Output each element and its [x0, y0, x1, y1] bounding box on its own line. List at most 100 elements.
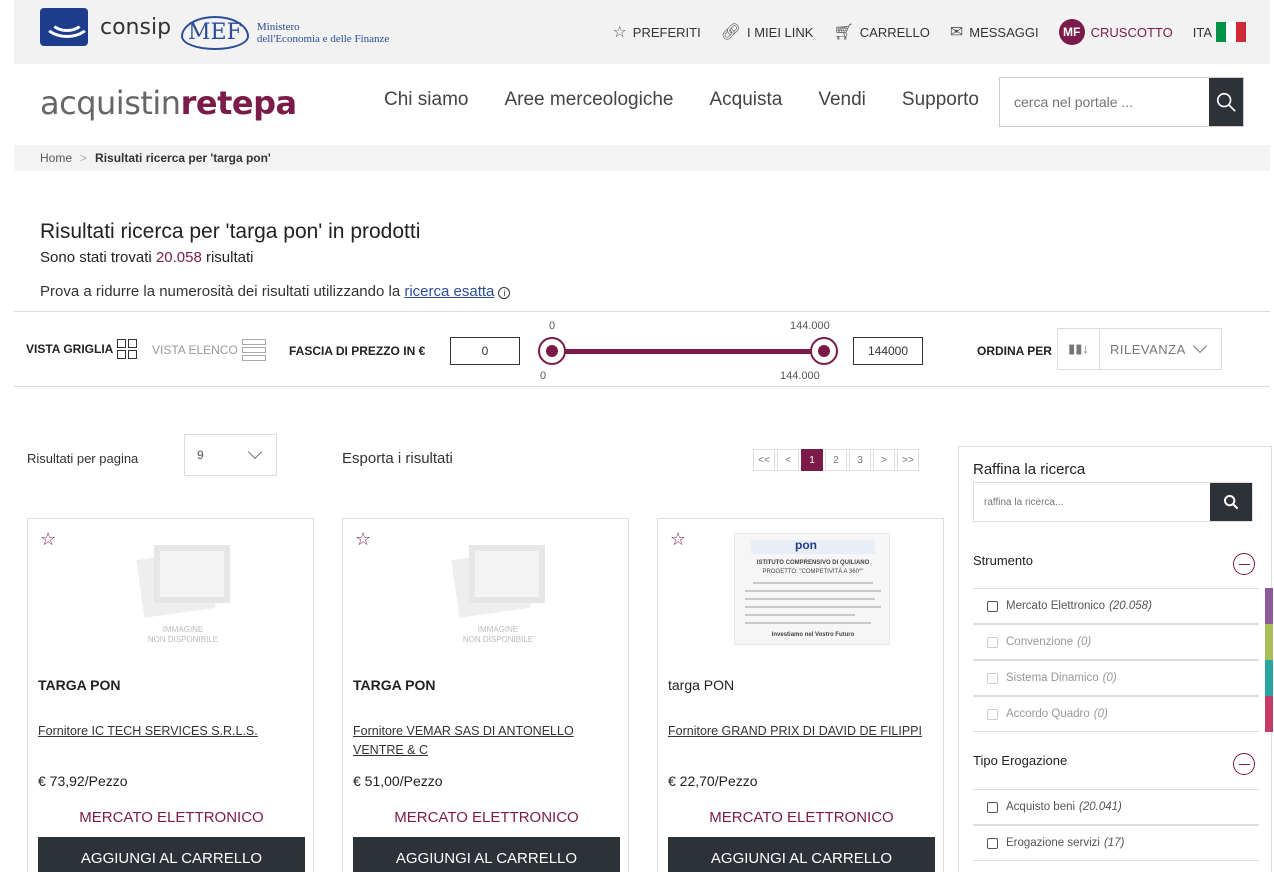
- refine-search-box: [973, 482, 1253, 522]
- refine-search-input[interactable]: [974, 483, 1210, 521]
- product-image-placeholder: IMMAGINE NON DISPONIBILE: [108, 529, 258, 649]
- product-image-placeholder: IMMAGINE NON DISPONIBILE: [423, 529, 573, 649]
- slider-max-handle[interactable]: [810, 337, 838, 365]
- refine-search-button[interactable]: [1210, 483, 1252, 521]
- filter-erogazione-servizi[interactable]: Erogazione servizi (17): [973, 825, 1259, 861]
- favorite-star-icon[interactable]: ☆: [670, 529, 686, 550]
- star-icon: ☆: [612, 24, 627, 41]
- count-prefix: Sono stati trovati: [40, 249, 156, 266]
- pager-next[interactable]: >: [873, 449, 895, 471]
- add-to-cart-button[interactable]: AGGIUNGI AL CARRELLO: [38, 837, 305, 872]
- checkbox[interactable]: [987, 837, 998, 849]
- pager-prev[interactable]: <: [777, 449, 799, 471]
- checkbox[interactable]: [987, 708, 998, 720]
- info-icon[interactable]: i: [498, 287, 511, 299]
- chevron-down-icon: [247, 444, 263, 460]
- preferiti-link[interactable]: ☆ PREFERITI: [612, 22, 700, 42]
- pager-page-1[interactable]: 1: [801, 449, 823, 471]
- price-max-input[interactable]: 144000: [853, 337, 923, 365]
- filter-accordo-quadro[interactable]: Accordo Quadro (0): [973, 696, 1273, 732]
- pager-page-2[interactable]: 2: [825, 449, 847, 471]
- list-view-toggle[interactable]: VISTA ELENCO: [152, 339, 266, 361]
- checkbox[interactable]: [987, 672, 998, 684]
- results-per-page-select[interactable]: 9: [184, 434, 277, 476]
- filter-label: Sistema Dinamico: [1006, 672, 1099, 684]
- filter-group-tipo-erogazione[interactable]: Tipo Erogazione: [973, 753, 1067, 768]
- product-name[interactable]: TARGA PON: [38, 677, 120, 693]
- pager-page-3[interactable]: 3: [849, 449, 871, 471]
- price-range-slider[interactable]: [538, 336, 838, 366]
- no-image-caption-1: IMMAGINE: [162, 625, 204, 634]
- portal-search-button[interactable]: [1209, 78, 1243, 126]
- consip-logo[interactable]: consip: [40, 8, 171, 46]
- product-channel: MERCATO ELETTRONICO: [394, 809, 579, 826]
- language-label: ITA: [1192, 24, 1212, 40]
- product-image[interactable]: pon ISTITUTO COMPRENSIVO DI QUILIANO PRO…: [734, 529, 890, 649]
- sort-select[interactable]: ▮▮↓ RILEVANZA: [1057, 328, 1222, 370]
- filter-count: (20.041): [1079, 801, 1122, 813]
- filter-count: (0): [1102, 672, 1117, 684]
- breadcrumb-separator: >: [80, 151, 88, 165]
- miei-link-link[interactable]: 🔗︎ I MIEI LINK: [721, 22, 814, 42]
- price-min-input[interactable]: 0: [450, 337, 520, 365]
- brand-part-3: pa: [253, 84, 297, 122]
- filter-sistema-dinamico[interactable]: Sistema Dinamico (0): [973, 660, 1273, 696]
- nav-aree-merceologiche[interactable]: Aree merceologiche: [504, 89, 673, 111]
- pon-logo: pon: [795, 538, 817, 552]
- slider-min-handle[interactable]: [538, 337, 566, 365]
- sort-order-icon[interactable]: ▮▮↓: [1058, 329, 1100, 369]
- portal-search-input[interactable]: [1000, 78, 1209, 126]
- ricerca-esatta-link[interactable]: ricerca esatta: [404, 283, 494, 300]
- count-number: 20.058: [155, 249, 202, 266]
- collapse-minus-icon[interactable]: [1233, 553, 1255, 575]
- filter-convenzione[interactable]: Convenzione (0): [973, 624, 1273, 660]
- pager-last[interactable]: >>: [897, 449, 919, 471]
- pager-first[interactable]: <<: [753, 449, 775, 471]
- collapse-minus-icon[interactable]: [1233, 753, 1255, 775]
- product-name[interactable]: targa PON: [668, 677, 734, 693]
- preferiti-label: PREFERITI: [632, 24, 701, 40]
- carrello-link[interactable]: 🛒︎ CARRELLO: [833, 22, 929, 42]
- messaggi-label: MESSAGGI: [969, 24, 1039, 40]
- miei-link-label: I MIEI LINK: [747, 24, 814, 40]
- filter-color-bar: [1265, 696, 1273, 732]
- brand-logo[interactable]: acquistinretepa: [40, 84, 297, 122]
- nav-vendi[interactable]: Vendi: [818, 89, 866, 111]
- nav-supporto[interactable]: Supporto: [902, 89, 979, 111]
- filter-count: (20.058): [1109, 600, 1152, 612]
- product-name[interactable]: TARGA PON: [353, 677, 435, 693]
- results-per-page-label: Risultati per pagina: [27, 451, 139, 466]
- nav-acquista[interactable]: Acquista: [709, 89, 782, 111]
- top-utility-bar: consip MEF Ministero dell'Economia e del…: [14, 0, 1270, 64]
- favorite-star-icon[interactable]: ☆: [40, 529, 56, 550]
- pagination: << < 1 2 3 > >>: [751, 449, 919, 471]
- filter-group-strumento[interactable]: Strumento: [973, 553, 1033, 568]
- product-channel: MERCATO ELETTRONICO: [79, 809, 264, 826]
- search-icon: [1216, 92, 1236, 112]
- add-to-cart-button[interactable]: AGGIUNGI AL CARRELLO: [353, 837, 620, 872]
- checkbox[interactable]: [987, 636, 998, 648]
- language-selector[interactable]: ITA: [1193, 22, 1246, 42]
- cruscotto-link[interactable]: MF CRUSCOTTO: [1058, 19, 1173, 45]
- nav-chi-siamo[interactable]: Chi siamo: [384, 89, 468, 111]
- mef-logo[interactable]: MEF Ministero dell'Economia e delle Fina…: [181, 16, 389, 50]
- messaggi-link[interactable]: ✉ MESSAGGI: [950, 22, 1039, 42]
- slider-max-label-bottom: 144.000: [780, 370, 820, 382]
- export-results-link[interactable]: Esporta i risultati: [342, 450, 453, 467]
- no-image-caption-1: IMMAGINE: [477, 625, 519, 634]
- portal-search: [999, 77, 1244, 127]
- supplier-link[interactable]: Fornitore VEMAR SAS DI ANTONELLO VENTRE …: [353, 722, 623, 760]
- supplier-link[interactable]: Fornitore IC TECH SERVICES S.R.L.S.: [38, 722, 308, 741]
- supplier-link[interactable]: Fornitore GRAND PRIX DI DAVID DE FILIPPI: [668, 722, 938, 741]
- add-to-cart-button[interactable]: AGGIUNGI AL CARRELLO: [668, 837, 935, 872]
- checkbox[interactable]: [987, 801, 998, 813]
- checkbox[interactable]: [987, 600, 998, 612]
- price-range-label: FASCIA DI PREZZO IN €: [289, 344, 426, 358]
- poster-footer: Investiamo nel Vostro Futuro: [771, 632, 855, 638]
- favorite-star-icon[interactable]: ☆: [355, 529, 371, 550]
- filter-acquisto-beni[interactable]: Acquisto beni (20.041): [973, 789, 1259, 825]
- breadcrumb-home[interactable]: Home: [40, 151, 72, 165]
- grid-view-toggle[interactable]: VISTA GRIGLIA: [26, 339, 138, 359]
- filter-mercato-elettronico[interactable]: Mercato Elettronico (20.058): [973, 588, 1273, 624]
- cart-icon: 🛒︎: [833, 24, 854, 41]
